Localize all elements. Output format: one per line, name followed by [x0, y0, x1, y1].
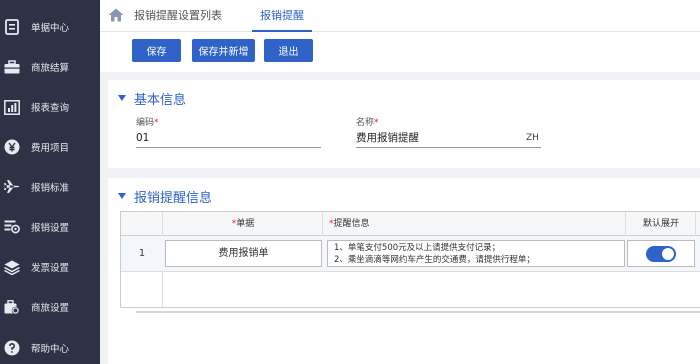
tab-bar: 报销提醒设置列表 报销提醒 — [100, 0, 700, 32]
section-title: 报销提醒信息 — [134, 190, 213, 206]
collapse-triangle-icon — [118, 95, 126, 101]
save-and-new-button[interactable]: 保存并新增 — [192, 39, 255, 62]
basic-info-panel: 基本信息 编码* 01 名称* 费用报销提醒 ZH — [108, 80, 700, 168]
tab-reminder-settings-list[interactable]: 报销提醒设置列表 — [134, 0, 222, 32]
table-row[interactable]: 1 费用报销单 1、单笔支付500元及以上请提供支付记录； 2、乘坐滴滴等网约车… — [121, 236, 700, 272]
sidebar-item-document-center[interactable]: 单据中心 — [0, 7, 100, 47]
code-label: 编码* — [136, 118, 159, 128]
sidebar: 单据中心 商旅结算 报表查询 费用项目 报销标准 报销设置 发票设置 商旅设置 … — [0, 0, 100, 364]
message-cell[interactable]: 1、单笔支付500元及以上请提供支付记录； 2、乘坐滴滴等网约车产生的交通费，请… — [327, 240, 625, 267]
airplane-icon — [4, 179, 20, 195]
section-title: 基本信息 — [134, 92, 187, 108]
settings-card-icon — [4, 219, 20, 235]
basic-info-header[interactable]: 基本信息 — [118, 87, 186, 109]
name-label: 名称* — [356, 118, 379, 128]
default-expand-cell — [627, 240, 695, 267]
code-field[interactable]: 01 — [136, 130, 321, 148]
save-button[interactable]: 保存 — [132, 39, 181, 62]
reminder-table: *单据 *提醒信息 默认展开 1 费用报销单 1、单笔支付500元及以上请提供支… — [120, 211, 700, 308]
language-tag[interactable]: ZH — [526, 133, 539, 143]
document-icon — [4, 19, 20, 35]
name-field[interactable]: 费用报销提醒 — [356, 130, 541, 148]
message-line: 2、乘坐滴滴等网约车产生的交通费，请提供行程单； — [334, 255, 535, 265]
reminder-info-panel: 报销提醒信息 *单据 *提醒信息 默认展开 1 费用报销单 1、单笔支付500元… — [108, 178, 700, 364]
reminder-info-header[interactable]: 报销提醒信息 — [118, 185, 212, 207]
exit-button[interactable]: 退出 — [264, 39, 313, 62]
toolbar: 保存 保存并新增 退出 — [100, 32, 700, 72]
sidebar-item-report-query[interactable]: 报表查询 — [0, 87, 100, 127]
required-mark: * — [154, 118, 159, 128]
chart-icon — [4, 99, 20, 115]
sidebar-item-business-travel-settings[interactable]: 商旅设置 — [0, 287, 100, 327]
default-expand-toggle[interactable] — [646, 246, 676, 262]
sidebar-item-reimbursement-standard[interactable]: 报销标准 — [0, 167, 100, 207]
collapse-triangle-icon — [118, 193, 126, 199]
sidebar-item-business-travel-settlement[interactable]: 商旅结算 — [0, 47, 100, 87]
row-number: 1 — [138, 248, 146, 259]
tab-reimbursement-reminder[interactable]: 报销提醒 — [252, 0, 312, 32]
message-line: 1、单笔支付500元及以上请提供支付记录； — [334, 243, 501, 253]
sidebar-item-invoice-settings[interactable]: 发票设置 — [0, 247, 100, 287]
briefcase-icon — [4, 59, 20, 75]
yen-icon — [4, 139, 20, 155]
document-cell[interactable]: 费用报销单 — [165, 240, 322, 267]
sidebar-item-help-center[interactable]: 帮助中心 — [0, 328, 100, 364]
toggle-knob — [662, 248, 674, 260]
layers-icon — [4, 259, 20, 275]
required-mark: * — [374, 118, 379, 128]
sidebar-item-reimbursement-settings[interactable]: 报销设置 — [0, 207, 100, 247]
help-icon — [4, 340, 20, 356]
horizontal-scrollbar[interactable] — [136, 311, 700, 313]
bag-gear-icon — [4, 299, 20, 315]
sidebar-item-expense-items[interactable]: 费用项目 — [0, 127, 100, 167]
home-icon[interactable] — [108, 8, 124, 22]
